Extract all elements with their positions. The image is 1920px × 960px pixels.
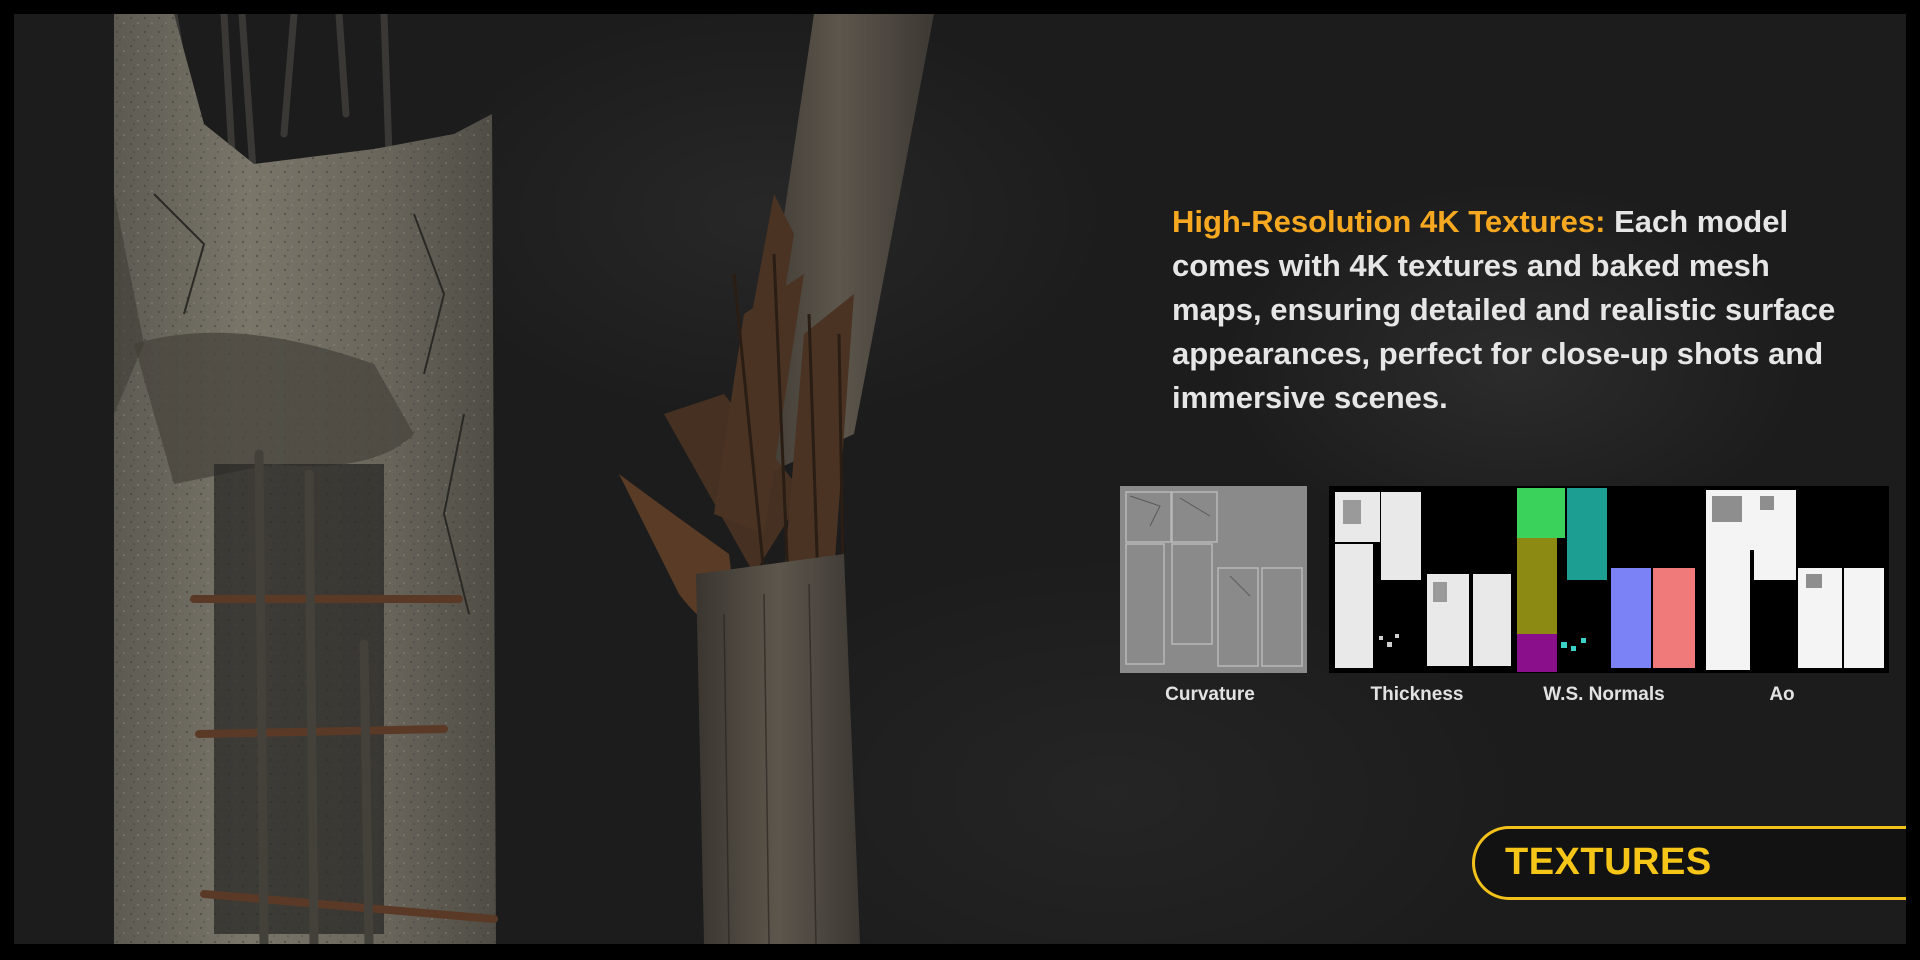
feature-description: High-Resolution 4K Textures: Each model … [1172, 200, 1862, 420]
map-label-thickness: Thickness [1370, 684, 1464, 705]
ws-normals-map-thumbnail [1515, 486, 1702, 673]
ao-map-thumbnail [1702, 486, 1889, 673]
thickness-map-thumbnail [1329, 486, 1516, 673]
curvature-map-thumbnail [1120, 486, 1307, 673]
map-label-curvature: Curvature [1165, 684, 1255, 705]
section-badge-label: TEXTURES [1505, 841, 1712, 883]
broken-concrete-pillar-image [114, 14, 498, 944]
splintered-wood-beam-image [619, 14, 934, 944]
baked-maps-strip: Curvature Thickness W.S. Normals Ao [1120, 486, 1890, 716]
map-label-ws-normals: W.S. Normals [1543, 684, 1665, 705]
section-badge: TEXTURES [1472, 826, 1906, 900]
map-label-ao: Ao [1769, 684, 1795, 705]
scene-frame: High-Resolution 4K Textures: Each model … [14, 14, 1906, 944]
feature-highlight: High-Resolution 4K Textures: [1172, 204, 1606, 239]
